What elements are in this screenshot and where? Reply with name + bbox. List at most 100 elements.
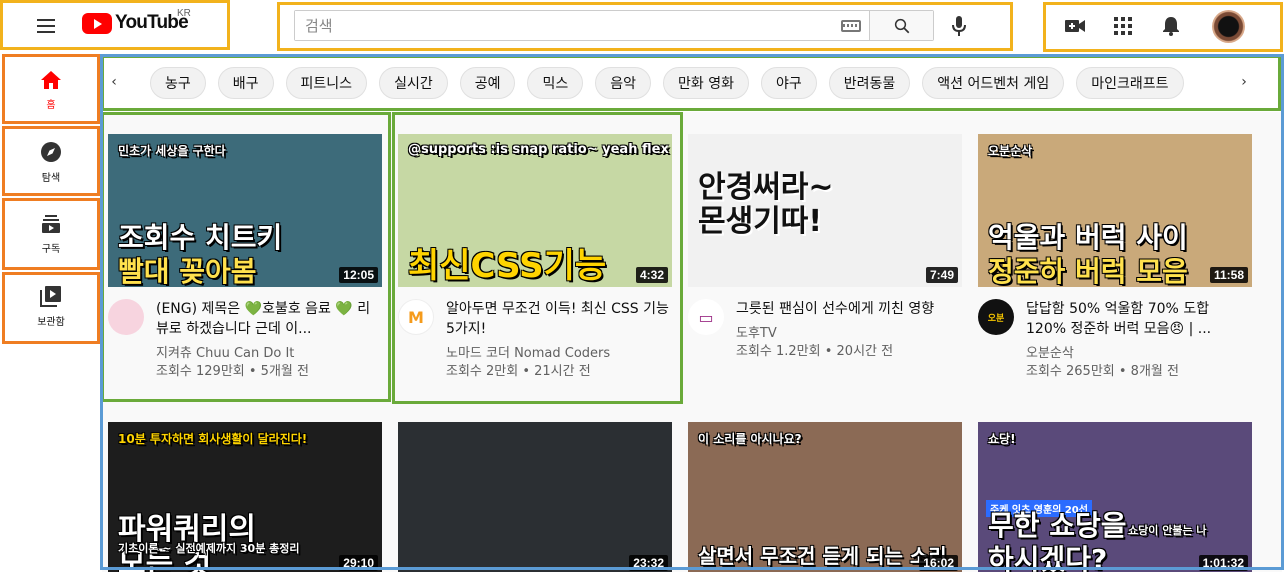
- account-avatar[interactable]: [1212, 10, 1245, 43]
- video-grid: 민초가 세상을 구한다 조회수 치트키 빨대 꽂아봄 12:05 (ENG) 제목은 💚…: [102, 112, 1282, 572]
- thumbnail-caption: 정준하 버럭 모음: [988, 255, 1188, 287]
- video-camera-plus-icon: [1065, 20, 1085, 32]
- thumbnail-caption: 최신CSS기능: [408, 246, 607, 286]
- channel-name[interactable]: 지켜츄 Chuu Can Do It: [156, 345, 382, 363]
- create-video-button[interactable]: [1062, 13, 1088, 39]
- video-thumbnail[interactable]: 민초가 세상을 구한다 조회수 치트키 빨대 꽂아봄 12:05: [108, 134, 382, 287]
- video-thumbnail[interactable]: 쇼당! 주케 잇츠 영훈의 20선 무한 쇼당을 하시겠다? 쇼당이 안불는 나 1:01…: [978, 422, 1252, 572]
- thumbnail-caption-top: 이 소리를 아시나요?: [698, 432, 802, 446]
- microphone-icon: [952, 16, 966, 36]
- thumbnail-caption-top: 민초가 세상을 구한다: [118, 144, 226, 158]
- channel-avatar[interactable]: 오분: [978, 299, 1014, 335]
- thumbnail-caption: 빨대 꽂아봄: [118, 255, 257, 287]
- filter-chip[interactable]: 믹스: [527, 67, 584, 99]
- apps-grid-icon: [1114, 17, 1132, 35]
- channel-name[interactable]: 오분순삭: [1026, 345, 1252, 363]
- filter-chip[interactable]: 공예: [459, 67, 516, 99]
- video-thumbnail[interactable]: 10분 투자하면 회사생활이 달라진다! 파워쿼리의 모든 것 기초이론 ~ 실전예제…: [108, 422, 382, 572]
- video-duration-badge: 4:32: [635, 267, 668, 283]
- channel-name[interactable]: 노마드 코더 Nomad Coders: [446, 345, 672, 363]
- video-card[interactable]: 안경써라~ 몬생기따! 7:49 ▭ 그릇된 팬심이 선수에게 끼친 영향도후TV 조회수…: [688, 134, 962, 361]
- video-duration-badge: 16:02: [919, 555, 958, 571]
- video-duration-badge: 1:01:32: [1198, 555, 1248, 571]
- filter-chip[interactable]: 만화 영화: [663, 67, 749, 99]
- bell-icon: [1163, 17, 1179, 36]
- compass-icon: [41, 141, 61, 162]
- sidebar-item-label: 보관함: [37, 316, 65, 328]
- video-thumbnail[interactable]: 이 소리를 아시나요? 살면서 무조건 듣게 되는 소리 16:02: [688, 422, 962, 572]
- video-details: (ENG) 제목은 💚호불호 음료 💚 리뷰로 하겠습니다 근데 이... 지켜츄…: [108, 299, 382, 381]
- video-thumbnail[interactable]: 오분순삭 억울과 버럭 사이 정준하 버럭 모음 11:58: [978, 134, 1252, 287]
- apps-button[interactable]: [1110, 13, 1136, 39]
- search-button[interactable]: [869, 11, 933, 40]
- video-stats: 조회수 265만회 • 8개월 전: [1026, 364, 1179, 379]
- video-title[interactable]: 답답함 50% 억울함 70% 도합 120% 정준하 버럭 모음😠 | ...: [1026, 299, 1252, 339]
- filter-chip[interactable]: 액션 어드벤처 게임: [922, 67, 1065, 99]
- sidebar-item-subscriptions[interactable]: 구독: [4, 200, 98, 268]
- video-duration-badge: 11:58: [1209, 267, 1248, 283]
- thumbnail-caption: 살면서 무조건 듣게 되는 소리: [698, 544, 947, 568]
- hamburger-menu-icon[interactable]: [32, 12, 60, 40]
- video-thumbnail[interactable]: 안경써라~ 몬생기따! 7:49: [688, 134, 962, 287]
- thumbnail-caption-top: 오분순삭: [988, 144, 1033, 158]
- chevron-left-icon[interactable]: ‹: [102, 70, 126, 94]
- video-card[interactable]: 민초가 세상을 구한다 조회수 치트키 빨대 꽂아봄 12:05 (ENG) 제목은 💚…: [108, 134, 382, 381]
- notifications-button[interactable]: [1158, 13, 1184, 39]
- sidebar-item-home[interactable]: 홈: [4, 56, 98, 124]
- video-thumbnail[interactable]: @supports :is snap ratio~ yeah flex gap~…: [398, 134, 672, 287]
- video-stats: 조회수 2만회 • 21시간 전: [446, 364, 591, 379]
- guide-sidebar: 홈 탐색 구독 보관함: [0, 52, 100, 572]
- video-card[interactable]: 이 소리를 아시나요? 살면서 무조건 듣게 되는 소리 16:02: [688, 422, 962, 572]
- youtube-logo[interactable]: YouTube: [82, 12, 189, 34]
- filter-chip-bar: ‹ 농구 배구 피트니스 실시간 공예 믹스 음악 만화 영화 야구 반려동물 액션 어드벤처 게임…: [102, 58, 1278, 108]
- search-box: [294, 10, 934, 41]
- video-title[interactable]: (ENG) 제목은 💚호불호 음료 💚 리뷰로 하겠습니다 근데 이...: [156, 299, 382, 339]
- youtube-play-icon: [82, 12, 112, 34]
- video-details: M 알아두면 무조건 이득! 최신 CSS 기능 5가지! 노마드 코더 Nomad…: [398, 299, 672, 381]
- sidebar-item-label: 구독: [41, 243, 61, 255]
- thumbnail-caption-top: 쇼당!: [988, 432, 1016, 446]
- search-input[interactable]: [295, 11, 833, 40]
- video-stats: 조회수 129만회 • 5개월 전: [156, 364, 309, 379]
- voice-search-button[interactable]: [946, 13, 972, 39]
- video-details: 오분 답답함 50% 억울함 70% 도합 120% 정준하 버럭 모음😠 | .…: [978, 299, 1252, 381]
- sidebar-item-explore[interactable]: 탐색: [4, 128, 98, 196]
- filter-chip[interactable]: 농구: [150, 67, 206, 99]
- video-details: ▭ 그릇된 팬심이 선수에게 끼친 영향도후TV 조회수 1.2만회 • 20시간 …: [688, 299, 962, 361]
- filter-chip[interactable]: 배구: [217, 67, 274, 99]
- video-title[interactable]: 알아두면 무조건 이득! 최신 CSS 기능 5가지!: [446, 299, 672, 339]
- filter-chip[interactable]: 피트니스: [285, 67, 368, 99]
- video-title[interactable]: 그릇된 팬심이 선수에게 끼친 영향: [736, 299, 962, 319]
- video-duration-badge: 23:32: [629, 555, 668, 571]
- filter-chip[interactable]: 반려동물: [828, 67, 911, 99]
- channel-avatar[interactable]: ▭: [688, 299, 724, 335]
- sidebar-item-label: 탐색: [41, 172, 61, 184]
- filter-chip[interactable]: 마인크래프트: [1076, 67, 1184, 99]
- filter-chip[interactable]: 음악: [595, 67, 651, 99]
- video-stats: 조회수 1.2만회 • 20시간 전: [736, 344, 894, 359]
- video-card[interactable]: 오분순삭 억울과 버럭 사이 정준하 버럭 모음 11:58 오분 답답함 50% 억울함…: [978, 134, 1252, 381]
- channel-avatar[interactable]: [108, 299, 144, 335]
- video-thumbnail[interactable]: 23:32: [398, 422, 672, 572]
- subscriptions-icon: [42, 214, 60, 233]
- chip-list: 농구 배구 피트니스 실시간 공예 믹스 음악 만화 영화 야구 반려동물 액션 어드벤처 게임 마인…: [150, 67, 1184, 99]
- masthead: YouTube KR: [0, 0, 1286, 52]
- keyboard-icon[interactable]: [833, 11, 869, 40]
- chevron-right-icon[interactable]: ›: [1232, 70, 1256, 94]
- channel-name[interactable]: 도후TV: [736, 325, 962, 343]
- thumbnail-caption-top: 10분 투자하면 회사생활이 달라진다!: [118, 432, 308, 446]
- video-card[interactable]: 23:32: [398, 422, 672, 572]
- thumbnail-subcaption: 쇼당이 안불는 나: [1128, 524, 1207, 537]
- filter-chip[interactable]: 실시간: [379, 67, 448, 99]
- video-card[interactable]: 쇼당! 주케 잇츠 영훈의 20선 무한 쇼당을 하시겠다? 쇼당이 안불는 나 1:01…: [978, 422, 1252, 572]
- home-icon: [41, 70, 61, 89]
- channel-avatar[interactable]: M: [398, 299, 434, 335]
- video-card[interactable]: @supports :is snap ratio~ yeah flex gap~…: [398, 134, 672, 381]
- sidebar-item-library[interactable]: 보관함: [4, 272, 98, 340]
- thumbnail-caption: 몬생기따!: [698, 204, 823, 239]
- thumbnail-caption: 하시겠다?: [988, 543, 1108, 572]
- video-card[interactable]: 10분 투자하면 회사생활이 달라진다! 파워쿼리의 모든 것 기초이론 ~ 실전예제…: [108, 422, 382, 572]
- library-icon: [40, 285, 61, 307]
- filter-chip[interactable]: 야구: [760, 67, 817, 99]
- video-duration-badge: 12:05: [339, 267, 378, 283]
